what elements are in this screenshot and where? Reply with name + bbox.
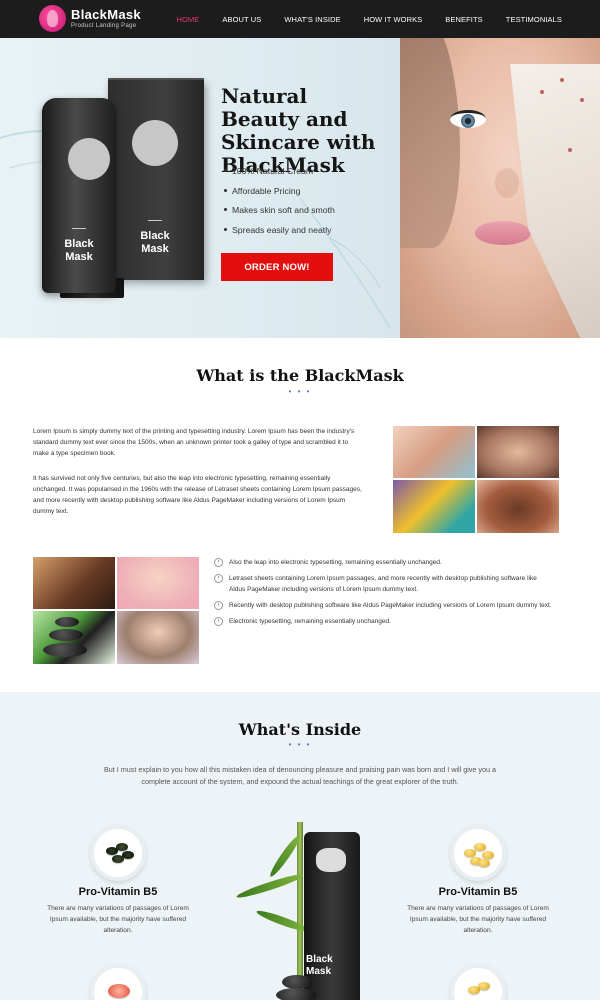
feature-card-left-2 xyxy=(38,964,198,1000)
chevron-circle-icon: › xyxy=(214,601,223,610)
grapefruit-ingredient-icon xyxy=(90,964,146,1000)
mud-face-treatment-image xyxy=(33,557,115,609)
woman-silhouette-icon xyxy=(132,120,178,166)
center-product-label: Black Mask xyxy=(306,954,333,977)
logo-icon xyxy=(39,5,66,32)
top-navbar: BlackMask Product Landing Page HOME ABOU… xyxy=(0,0,600,38)
checklist-item: › Letraset sheets containing Lorem Ipsum … xyxy=(214,573,554,595)
feature-title: Pro-Vitamin B5 xyxy=(78,886,158,898)
nav-benefits[interactable]: BENEFITS xyxy=(445,15,482,24)
eye-closeup-image xyxy=(477,426,559,478)
nav-home[interactable]: HOME xyxy=(176,15,199,24)
feature-description: There are many variations of passages of… xyxy=(47,905,189,934)
nav-whats-inside[interactable]: WHAT'S INSIDE xyxy=(284,15,340,24)
main-menu: HOME ABOUT US WHAT'S INSIDE HOW IT WORKS… xyxy=(153,0,562,38)
nav-how-it-works[interactable]: HOW IT WORKS xyxy=(364,15,423,24)
product-tube: Black Mask xyxy=(42,98,116,293)
about-section-title: What is the BlackMask xyxy=(196,366,404,385)
hero-model-face-image xyxy=(400,38,600,338)
hero-bullet: Makes skin soft and smoth xyxy=(224,205,335,215)
title-dots-divider: • • • xyxy=(288,387,312,396)
chevron-circle-icon: › xyxy=(214,558,223,567)
checklist-item: › Recently with desktop publishing softwa… xyxy=(214,600,554,611)
hero-bullet: Spreads easily and neatly xyxy=(224,225,335,235)
feature-card-right: Pro-Vitamin B5 There are many variations… xyxy=(398,825,558,936)
product-box: Black Mask xyxy=(108,80,204,280)
brand-logo[interactable]: BlackMask Product Landing Page xyxy=(39,5,141,32)
checklist-item: › Also the leap into electronic typesetti… xyxy=(214,557,554,568)
feature-card-right-2 xyxy=(398,964,558,1000)
woman-silhouette-icon xyxy=(68,138,110,180)
bamboo-stalk xyxy=(297,822,303,1000)
lily-flower-image xyxy=(393,480,475,533)
feature-description: There are many variations of passages of… xyxy=(407,905,549,934)
spa-woman-image xyxy=(393,426,475,478)
eye-left xyxy=(450,110,486,128)
peel-off-mask xyxy=(510,64,600,338)
woman-portrait-image xyxy=(117,611,199,664)
box-label: Black Mask xyxy=(140,230,170,255)
hero-title: Natural Beauty and Skincare with BlackMa… xyxy=(221,84,376,177)
spirulina-ingredient-icon xyxy=(90,825,146,881)
spa-stones-image xyxy=(33,611,115,664)
feature-card-left: Pro-Vitamin B5 There are many variations… xyxy=(38,825,198,936)
whats-inside-intro: But I must explain to you how all this m… xyxy=(104,765,496,786)
lips xyxy=(475,221,531,245)
hero-bullet: Affordable Pricing xyxy=(224,186,335,196)
vitamin-capsules-icon xyxy=(450,964,506,1000)
title-dots-divider: • • • xyxy=(288,740,312,749)
nav-about-us[interactable]: ABOUT US xyxy=(222,15,261,24)
center-product-tube: Black Mask xyxy=(304,832,360,1000)
nav-testimonials[interactable]: TESTIMONIALS xyxy=(506,15,562,24)
spa-stone xyxy=(282,975,312,989)
hero-bullet: 100% Natural Cream xyxy=(224,166,335,176)
whats-inside-section: What's Inside • • • But I must explain t… xyxy=(0,692,600,1000)
chevron-circle-icon: › xyxy=(214,617,223,626)
hero-bullet-list: 100% Natural Cream Affordable Pricing Ma… xyxy=(224,166,335,244)
checklist-item: › Electronic typesetting, remaining essen… xyxy=(214,616,554,627)
feature-title: Pro-Vitamin B5 xyxy=(438,886,518,898)
brand-name: BlackMask xyxy=(71,7,141,22)
whats-inside-title: What's Inside xyxy=(238,720,362,739)
mud-mask-face-image xyxy=(477,480,559,533)
order-now-button[interactable]: ORDER NOW! xyxy=(221,253,333,281)
tube-label: Black Mask xyxy=(64,238,94,263)
relaxed-face-image xyxy=(117,557,199,609)
about-paragraph-1: Lorem Ipsum is simply dummy text of the … xyxy=(33,428,355,457)
mask-emblem-icon xyxy=(316,848,346,872)
hero-section: Black Mask Black Mask Natural Beauty and… xyxy=(0,38,600,338)
brand-tagline: Product Landing Page xyxy=(71,23,137,29)
chevron-circle-icon: › xyxy=(214,574,223,583)
spa-stone xyxy=(276,988,316,1000)
about-checklist: › Also the leap into electronic typesetti… xyxy=(214,557,554,632)
about-paragraph-2: It has survived not only five centuries,… xyxy=(33,475,362,515)
vitamin-capsules-icon xyxy=(450,825,506,881)
